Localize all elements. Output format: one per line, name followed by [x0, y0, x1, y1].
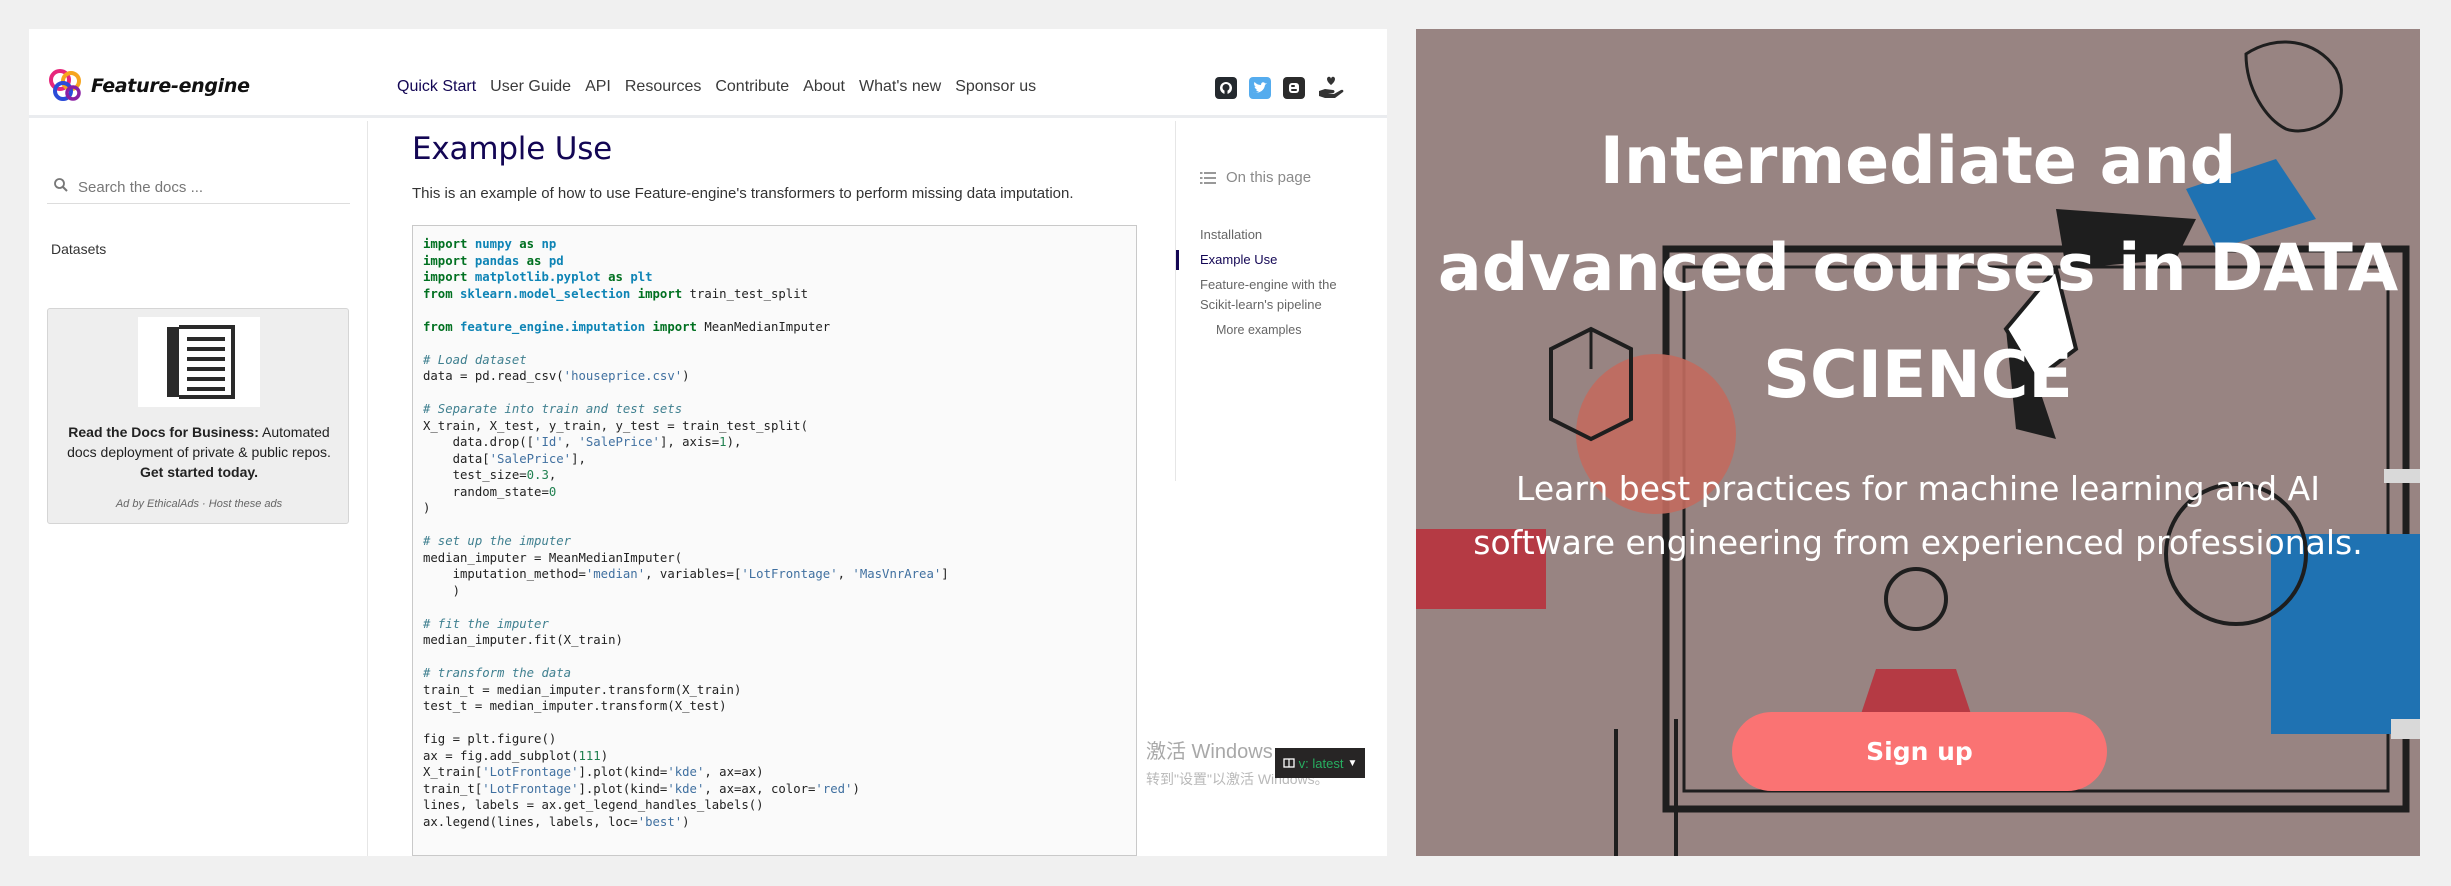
nav-contribute[interactable]: Contribute [715, 78, 789, 96]
hero-title: Intermediate and advanced courses in DAT… [1437, 124, 2399, 413]
toc-heading-label: On this page [1226, 169, 1312, 186]
ad-bold-lead: Read the Docs for Business: [68, 424, 259, 440]
search-input[interactable] [78, 174, 338, 200]
version-badge[interactable]: v: latest ▼ [1275, 748, 1365, 778]
nav-whats-new[interactable]: What's new [859, 78, 941, 96]
on-this-page-toc: On this page Installation Example Use Fe… [1175, 121, 1375, 481]
github-icon[interactable] [1215, 77, 1237, 99]
windows-activation-watermark: 激活 Windows [1146, 741, 1273, 763]
toc-item-pipeline[interactable]: Feature-engine with the Scikit-learn's p… [1176, 275, 1346, 315]
docs-window: Feature-engine Quick Start User Guide AP… [29, 29, 1387, 856]
sponsor-icon[interactable] [1317, 75, 1345, 101]
nav-resources[interactable]: Resources [625, 78, 701, 96]
ad-book-icon[interactable] [138, 317, 260, 407]
main-content: Example Use This is an example of how to… [412, 121, 1150, 856]
nav-user-guide[interactable]: User Guide [490, 78, 571, 96]
brand-name[interactable]: Feature-engine [91, 75, 250, 97]
sign-up-button[interactable]: Sign up [1732, 712, 2107, 791]
code-block[interactable]: import numpy as np import pandas as pd i… [412, 225, 1137, 856]
toc-item-installation[interactable]: Installation [1176, 225, 1376, 245]
toc-list: Installation Example Use Feature-engine … [1176, 225, 1376, 345]
intro-paragraph: This is an example of how to use Feature… [412, 185, 1074, 202]
nav-sponsor-us[interactable]: Sponsor us [955, 78, 1036, 96]
ad-cta: Get started today. [140, 464, 258, 480]
twitter-icon[interactable] [1249, 77, 1271, 99]
left-sidebar: Datasets Read the Docs for Business: Aut… [29, 121, 368, 856]
ethical-ad[interactable]: Read the Docs for Business: Automated do… [47, 308, 349, 524]
top-navbar: Feature-engine Quick Start User Guide AP… [29, 29, 1387, 118]
search-icon [54, 178, 68, 192]
caret-down-icon: ▼ [1347, 757, 1358, 769]
page-title: Example Use [412, 131, 613, 167]
search-box [47, 170, 350, 204]
sidebar-item-datasets[interactable]: Datasets [51, 241, 106, 257]
nav-about[interactable]: About [803, 78, 845, 96]
social-links [1215, 75, 1345, 101]
nav-api[interactable]: API [585, 78, 611, 96]
nav-quick-start[interactable]: Quick Start [397, 78, 476, 96]
ad-footer[interactable]: Ad by EthicalAds · Host these ads [48, 498, 350, 510]
toc-item-example-use[interactable]: Example Use [1176, 250, 1376, 270]
hero-subtitle: Learn best practices for machine learnin… [1473, 469, 2363, 562]
toc-item-more-examples[interactable]: More examples [1176, 320, 1376, 340]
book-icon [1282, 758, 1295, 768]
blogger-icon[interactable] [1283, 77, 1305, 99]
list-icon [1200, 171, 1216, 184]
feature-engine-logo-icon[interactable] [47, 67, 85, 105]
ad-text[interactable]: Read the Docs for Business: Automated do… [58, 422, 340, 482]
version-label: v: latest [1298, 755, 1344, 771]
top-nav: Quick Start User Guide API Resources Con… [397, 78, 1050, 96]
toc-heading: On this page [1200, 169, 1311, 186]
course-promo-panel: Intermediate and advanced courses in DAT… [1416, 29, 2420, 856]
